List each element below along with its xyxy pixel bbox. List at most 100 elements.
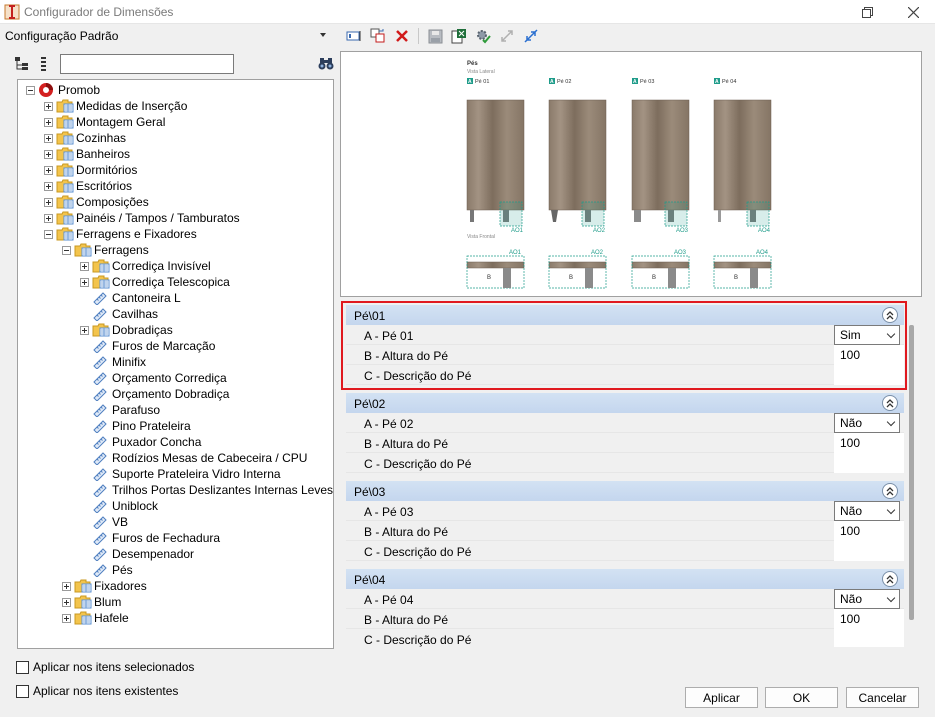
property-value-field[interactable] xyxy=(834,453,904,473)
expand-icon[interactable] xyxy=(44,149,53,159)
tree-item[interactable]: Parafuso xyxy=(80,402,160,418)
group-header[interactable]: Pé\02 xyxy=(346,393,904,413)
tree-item[interactable]: Dobradiças xyxy=(80,322,173,338)
configuration-select[interactable]: Configuração Padrão xyxy=(0,26,330,46)
expand-icon[interactable] xyxy=(80,277,89,287)
property-group: Pé\01 A - Pé 01 Sim B - Altura do Pé 100 C - … xyxy=(346,305,904,385)
group-header[interactable]: Pé\04 xyxy=(346,569,904,589)
apply-existing-checkbox[interactable] xyxy=(16,684,29,698)
expand-icon[interactable] xyxy=(80,325,89,335)
tree-item[interactable]: Painéis / Tampos / Tamburatos xyxy=(44,210,240,226)
tree-item[interactable]: Fixadores xyxy=(62,578,147,594)
tree-item[interactable]: Suporte Prateleira Vidro Interna xyxy=(80,466,281,482)
expand-icon[interactable] xyxy=(62,581,71,591)
tree-item[interactable]: Rodízios Mesas de Cabeceira / CPU xyxy=(80,450,307,466)
close-button[interactable] xyxy=(896,0,930,24)
tree-item[interactable]: Composições xyxy=(44,194,149,210)
property-select[interactable]: Não xyxy=(834,501,900,521)
find-button[interactable] xyxy=(318,56,334,73)
tree-item[interactable]: Corrediça Invisível xyxy=(80,258,211,274)
property-value-field[interactable]: 100 xyxy=(834,433,904,453)
tree-item[interactable]: Hafele xyxy=(62,610,129,626)
apply-selected-checkbox[interactable] xyxy=(16,660,29,674)
tree-item[interactable]: Trilhos Portas Deslizantes Internas Leve… xyxy=(80,482,333,498)
tree-item[interactable]: Minifix xyxy=(80,354,146,370)
collapse-icon[interactable] xyxy=(26,85,35,95)
expand-button[interactable] xyxy=(497,27,517,45)
tree-item[interactable]: Corrediça Telescopica xyxy=(80,274,230,290)
property-value-field[interactable]: 100 xyxy=(834,609,904,629)
tree-item[interactable]: Cantoneira L xyxy=(80,290,181,306)
apply-existing-option[interactable]: Aplicar nos itens existentes xyxy=(16,684,178,698)
expand-icon[interactable] xyxy=(80,261,89,271)
library-tree[interactable]: Promob Medidas de Inserção Montagem Geral C… xyxy=(17,79,334,649)
collapse-icon[interactable] xyxy=(62,245,71,255)
delete-button[interactable] xyxy=(392,27,412,45)
collapse-group-button[interactable] xyxy=(882,483,898,499)
collapse-icon[interactable] xyxy=(44,229,53,239)
tree-item[interactable]: Montagem Geral xyxy=(44,114,165,130)
property-select[interactable]: Não xyxy=(834,413,900,433)
property-value-field[interactable] xyxy=(834,365,904,385)
expand-icon[interactable] xyxy=(44,197,53,207)
tree-item[interactable]: Ferragens e Fixadores xyxy=(44,226,197,242)
tree-item[interactable]: Banheiros xyxy=(44,146,130,162)
property-scrollbar[interactable] xyxy=(909,325,914,620)
save-button[interactable] xyxy=(425,27,445,45)
tree-item[interactable]: Pino Prateleira xyxy=(80,418,191,434)
collapse-group-button[interactable] xyxy=(882,307,898,323)
expand-icon[interactable] xyxy=(62,597,71,607)
property-value-field[interactable]: 100 xyxy=(834,521,904,541)
collapse-button[interactable] xyxy=(521,27,541,45)
collapse-tree-button[interactable] xyxy=(38,56,50,75)
group-header[interactable]: Pé\01 xyxy=(346,305,904,325)
expand-icon[interactable] xyxy=(44,101,53,111)
property-select[interactable]: Não xyxy=(834,589,900,609)
ok-button[interactable]: OK xyxy=(765,687,838,708)
tree-item[interactable]: Blum xyxy=(62,594,121,610)
settings-button[interactable] xyxy=(473,27,493,45)
property-select[interactable]: Sim xyxy=(834,325,900,345)
group-header[interactable]: Pé\03 xyxy=(346,481,904,501)
property-group: Pé\04 A - Pé 04 Não B - Altura do Pé 100 C - … xyxy=(346,569,904,647)
expand-icon[interactable] xyxy=(44,181,53,191)
expand-icon[interactable] xyxy=(44,117,53,127)
property-row: A - Pé 02 Não xyxy=(346,413,904,433)
tree-item[interactable]: Ferragens xyxy=(62,242,149,258)
apply-selected-option[interactable]: Aplicar nos itens selecionados xyxy=(16,660,194,674)
tree-search-input[interactable] xyxy=(60,54,234,74)
tree-item[interactable]: Desempenador xyxy=(80,546,194,562)
cancel-button[interactable]: Cancelar xyxy=(846,687,919,708)
restore-button[interactable] xyxy=(850,0,884,24)
expand-tree-button[interactable] xyxy=(14,56,30,75)
tree-item[interactable]: Orçamento Dobradiça xyxy=(80,386,229,402)
export-button[interactable] xyxy=(449,27,469,45)
tree-item[interactable]: VB xyxy=(80,514,128,530)
expand-icon[interactable] xyxy=(44,165,53,175)
apply-button[interactable]: Aplicar xyxy=(685,687,758,708)
tree-item[interactable]: Uniblock xyxy=(80,498,158,514)
property-value-field[interactable] xyxy=(834,541,904,561)
tree-item[interactable]: Medidas de Inserção xyxy=(44,98,187,114)
tree-item[interactable]: Furos de Fechadura xyxy=(80,530,220,546)
collapse-group-button[interactable] xyxy=(882,571,898,587)
tree-item[interactable]: Pés xyxy=(80,562,133,578)
collapse-group-button[interactable] xyxy=(882,395,898,411)
tree-item[interactable]: Dormitórios xyxy=(44,162,137,178)
property-value-field[interactable]: 100 xyxy=(834,345,904,365)
collapse-arrows-icon xyxy=(524,29,538,43)
new-config-button[interactable] xyxy=(344,27,364,45)
property-value-field[interactable] xyxy=(834,629,904,647)
copy-config-button[interactable] xyxy=(368,27,388,45)
expand-icon[interactable] xyxy=(44,133,53,143)
tree-item[interactable]: Escritórios xyxy=(44,178,132,194)
tree-item[interactable]: Furos de Marcação xyxy=(80,338,215,354)
tree-item[interactable]: Cozinhas xyxy=(44,130,126,146)
expand-icon[interactable] xyxy=(44,213,53,223)
tree-item[interactable]: Promob xyxy=(26,82,100,98)
front-dimension-frame xyxy=(548,255,607,289)
tree-item[interactable]: Orçamento Corrediça xyxy=(80,370,227,386)
expand-icon[interactable] xyxy=(62,613,71,623)
tree-item[interactable]: Puxador Concha xyxy=(80,434,201,450)
tree-item[interactable]: Cavilhas xyxy=(80,306,158,322)
